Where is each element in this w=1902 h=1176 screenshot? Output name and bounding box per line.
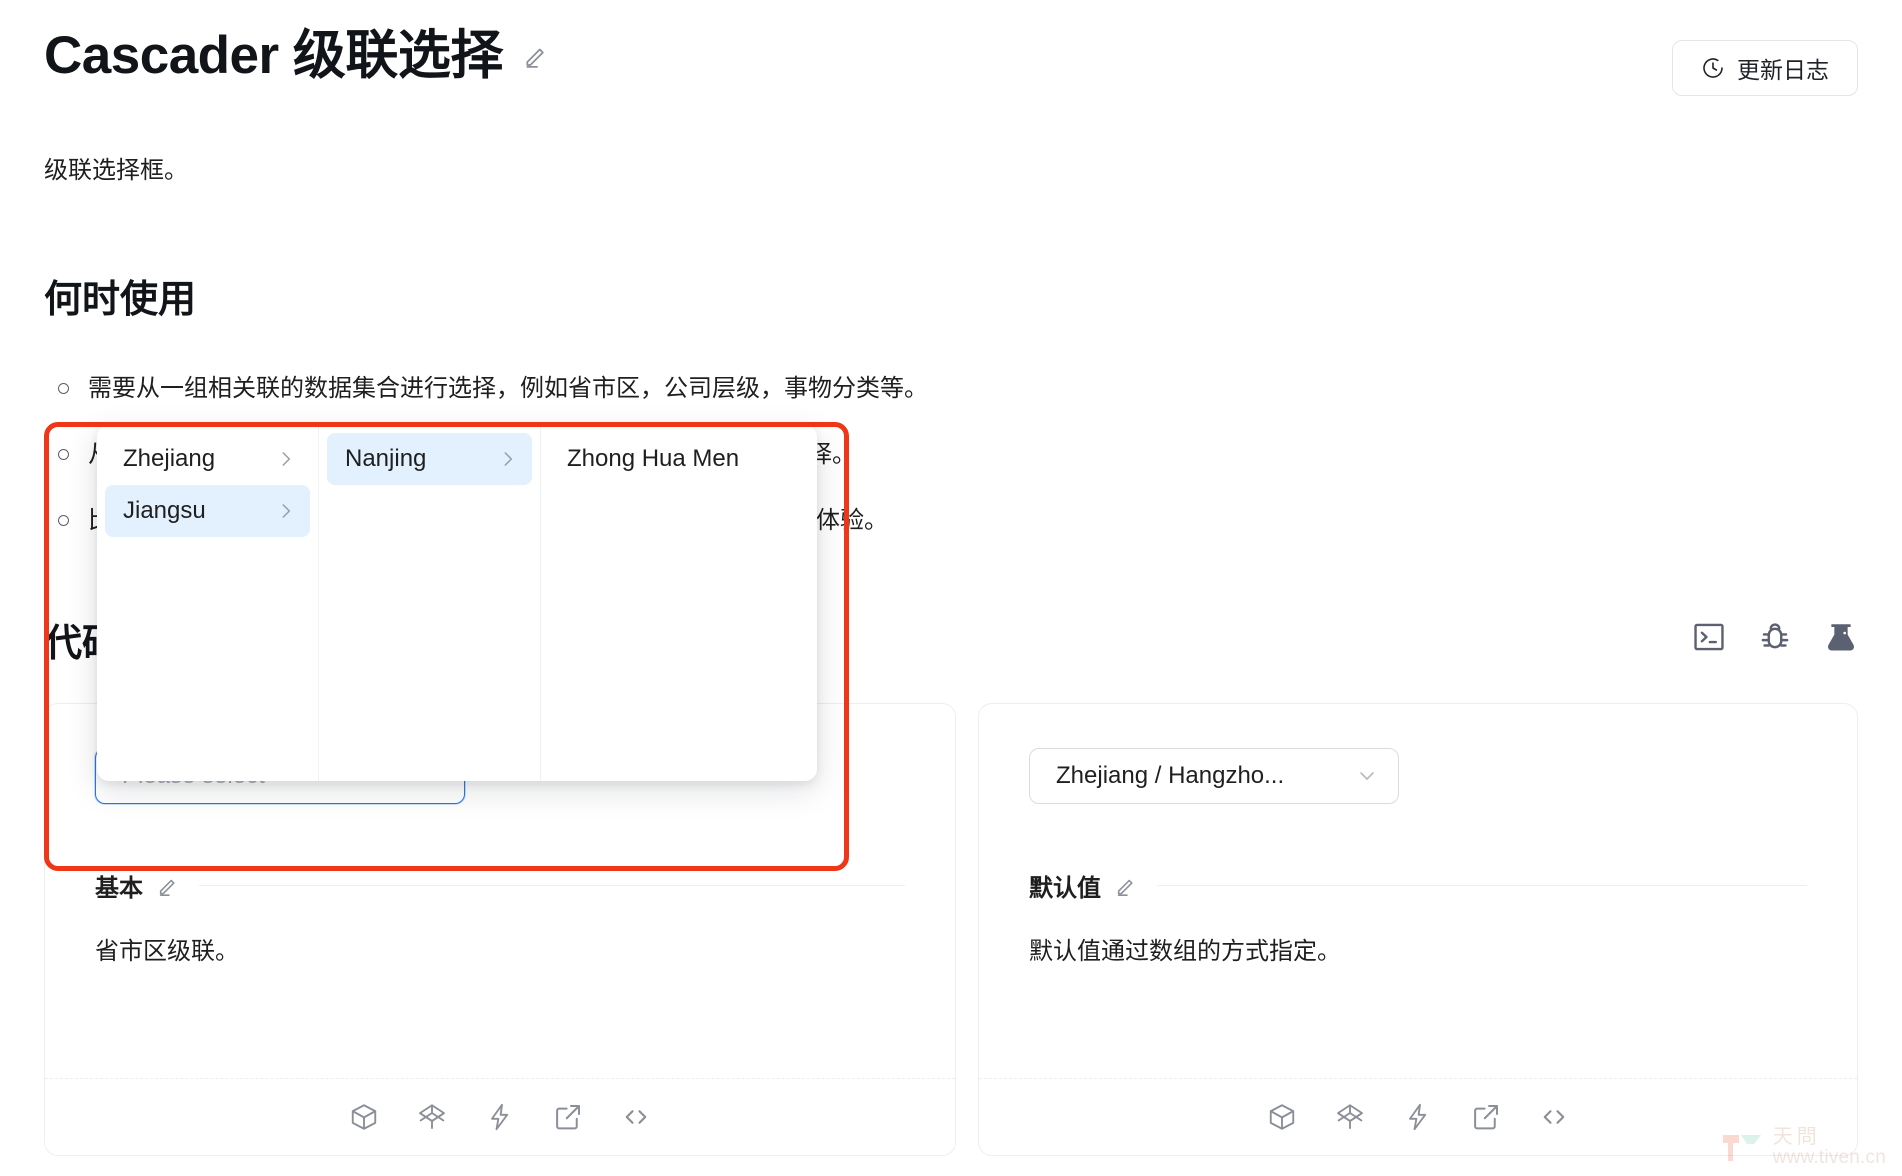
demo-card-description: 默认值通过数组的方式指定。 (1029, 938, 1341, 965)
demo-card-footer (45, 1078, 955, 1155)
demo-card-title: 默认值 (1029, 875, 1101, 902)
doc-subtitle: 级联选择框。 (44, 157, 188, 184)
pencil-icon[interactable] (157, 875, 179, 897)
code-brackets-icon[interactable] (621, 1102, 651, 1132)
bug-icon[interactable] (1758, 620, 1792, 654)
bullet-icon (58, 383, 69, 394)
demo-card-title: 基本 (95, 875, 143, 902)
cascader-column-province: Zhejiang Jiangsu (97, 425, 319, 781)
bullet-icon (58, 449, 69, 461)
cascader-option-jiangsu[interactable]: Jiangsu (105, 485, 310, 537)
list-item-text: 需要从一组相关联的数据集合进行选择，例如省市区，公司层级，事物分类等。 (88, 375, 928, 402)
external-link-icon[interactable] (553, 1102, 583, 1132)
cascader-doc-page: Cascader 级联选择 更新日志 级联选择框。 何时使用 需要从一组相关联的… (0, 0, 1902, 1176)
codesandbox-icon[interactable] (349, 1102, 379, 1132)
chevron-right-icon (276, 501, 296, 521)
cascader-value: Zhejiang / Hangzho... (1056, 762, 1285, 789)
watermark-cn: 天問 (1772, 1126, 1821, 1149)
stackblitz-lightning-icon[interactable] (1403, 1102, 1433, 1132)
watermark: 天問 www.tiven.cn (1721, 1127, 1886, 1168)
demo-preview-area: Zhejiang / Hangzho... (979, 704, 1857, 868)
cascader-column-district: Zhong Hua Men (541, 425, 817, 781)
demo-card-meta: 基本 省市区级联。 (45, 868, 955, 971)
watermark-text: 天問 www.tiven.cn (1773, 1127, 1886, 1168)
stackblitz-lightning-icon[interactable] (485, 1102, 515, 1132)
when-to-use-title: 何时使用 (44, 279, 197, 321)
watermark-url: www.tiven.cn (1772, 1147, 1886, 1169)
bullet-icon (58, 515, 69, 527)
chevron-right-icon (498, 449, 518, 469)
demo-card-description: 省市区级联。 (95, 938, 239, 965)
codepen-icon[interactable] (417, 1102, 447, 1132)
terminal-icon[interactable] (1692, 620, 1726, 654)
title-divider (199, 885, 905, 886)
demo-card-default-value: Zhejiang / Hangzho... 默认值 默认值通过数组的方式指定。 (978, 703, 1858, 1156)
cascader-option-label: Nanjing (345, 445, 427, 472)
experiment-flask-icon[interactable] (1824, 620, 1858, 654)
code-brackets-icon[interactable] (1539, 1102, 1569, 1132)
cascader-column-city: Nanjing (319, 425, 541, 781)
demo-card-title-row: 基本 (95, 868, 905, 903)
codepen-icon[interactable] (1335, 1102, 1365, 1132)
history-clock-icon (1701, 56, 1725, 80)
doc-header: Cascader 级联选择 更新日志 (44, 26, 1858, 106)
code-demo-toolbar (1692, 620, 1858, 654)
pencil-icon[interactable] (523, 43, 549, 69)
codesandbox-icon[interactable] (1267, 1102, 1297, 1132)
demo-card-title-row: 默认值 (1029, 868, 1807, 903)
cascader-option-zhejiang[interactable]: Zhejiang (105, 433, 310, 485)
cascader-option-label: Zhejiang (123, 445, 216, 472)
pencil-icon[interactable] (1115, 875, 1137, 897)
chevron-right-icon (276, 449, 296, 469)
tiven-logo-icon (1721, 1129, 1763, 1167)
changelog-button[interactable]: 更新日志 (1672, 40, 1858, 96)
page-title: Cascader 级联选择 (44, 26, 503, 85)
list-item: 需要从一组相关联的数据集合进行选择，例如省市区，公司层级，事物分类等。 (44, 370, 1344, 407)
cascader-option-zhong-hua-men[interactable]: Zhong Hua Men (549, 433, 809, 485)
cascader-option-label: Jiangsu (123, 497, 206, 524)
default-value-cascader-select[interactable]: Zhejiang / Hangzho... (1029, 748, 1399, 804)
cascader-dropdown-panel: Zhejiang Jiangsu Nanjing Zhong Hua Men (97, 425, 817, 781)
chevron-down-icon (1356, 765, 1378, 787)
title-divider (1157, 885, 1807, 886)
cascader-option-label: Zhong Hua Men (567, 445, 740, 472)
title-row: Cascader 级联选择 (44, 26, 1858, 87)
cascader-option-nanjing[interactable]: Nanjing (327, 433, 532, 485)
changelog-label: 更新日志 (1737, 57, 1829, 83)
external-link-icon[interactable] (1471, 1102, 1501, 1132)
demo-card-meta: 默认值 默认值通过数组的方式指定。 (979, 868, 1857, 971)
